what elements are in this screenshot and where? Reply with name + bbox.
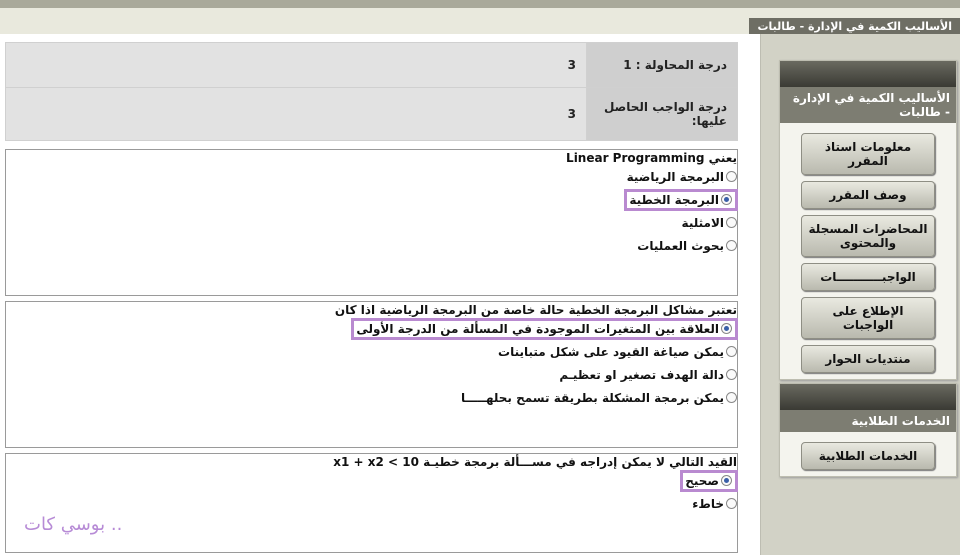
option[interactable]: الامثلية [6, 211, 737, 234]
option[interactable]: البرمجة الخطية [6, 188, 738, 211]
radio-button[interactable] [726, 240, 737, 251]
radio-button-selected[interactable] [721, 194, 732, 205]
question-text: القيد التالي لا يمكن إدراجه في مســـألة … [333, 455, 737, 469]
question-2: تعتبر مشاكل البرمجة الخطية حالة خاصة من … [5, 301, 738, 448]
option-label: البرمجة الرياضية [626, 169, 724, 184]
radio-button-selected[interactable] [721, 323, 732, 334]
student-services-panel: الخدمات الطلابية الخدمات الطلابية [779, 383, 957, 477]
assignments-button[interactable]: الواجبـــــــــــات [801, 263, 935, 291]
answer-highlight: صحيح [680, 469, 738, 492]
answer-highlight: العلاقة بين المتغيرات الموجودة في المسأل… [351, 317, 738, 340]
grade-label: درجة الواجب الحاصل عليها: [586, 87, 738, 141]
answer-highlight: البرمجة الخطية [624, 188, 738, 211]
grade-value: 3 [5, 42, 587, 88]
panel-body: معلومات استاذ المقرر وصف المقرر المحاضرا… [780, 123, 956, 379]
option-label: بحوث العمليات [637, 238, 724, 253]
panel-header-bar [780, 61, 956, 87]
option[interactable]: يمكن صياغة القيود على شكل متباينات [6, 340, 737, 363]
radio-button-selected[interactable] [721, 475, 732, 486]
question-3: القيد التالي لا يمكن إدراجه في مســـألة … [5, 453, 738, 553]
view-assignments-button[interactable]: الإطلاع على الواجبات [801, 297, 935, 339]
option-label: الامثلية [681, 215, 724, 230]
question-text: تعتبر مشاكل البرمجة الخطية حالة خاصة من … [334, 303, 737, 317]
instructor-info-button[interactable]: معلومات استاذ المقرر [801, 133, 935, 175]
option[interactable]: خاطء [6, 492, 737, 515]
course-description-button[interactable]: وصف المقرر [801, 181, 935, 209]
option-label: البرمجة الخطية [629, 192, 719, 207]
grade-row: درجة المحاولة : 1 3 [5, 42, 738, 88]
option[interactable]: العلاقة بين المتغيرات الموجودة في المسأل… [6, 317, 738, 340]
panel-body: الخدمات الطلابية [780, 432, 956, 476]
question-text: يعني Linear Programming [566, 151, 737, 165]
student-services-button[interactable]: الخدمات الطلابية [801, 442, 935, 470]
question-1: يعني Linear Programming البرمجة الرياضية… [5, 149, 738, 296]
option[interactable]: يمكن برمجة المشكلة بطريقة تسمح بحلهـــــ… [6, 386, 737, 409]
grade-label: درجة المحاولة : 1 [586, 42, 738, 88]
option[interactable]: دالة الهدف تصغير او تعظيـم [6, 363, 737, 386]
course-title: الأساليب الكمية في الإدارة - طالبات [749, 18, 960, 35]
radio-button[interactable] [726, 171, 737, 182]
option-label: العلاقة بين المتغيرات الموجودة في المسأل… [356, 321, 719, 336]
option[interactable]: البرمجة الرياضية [6, 165, 737, 188]
panel-title: الأساليب الكمية في الإدارة - طالبات [780, 87, 956, 123]
radio-button[interactable] [726, 392, 737, 403]
option[interactable]: صحيح [6, 469, 738, 492]
option-label: يمكن برمجة المشكلة بطريقة تسمح بحلهـــــ… [460, 390, 724, 405]
option-label: خاطء [692, 496, 724, 511]
radio-button[interactable] [726, 369, 737, 380]
panel-title: الخدمات الطلابية [780, 410, 956, 432]
panel-header-bar [780, 384, 956, 410]
grade-row: درجة الواجب الحاصل عليها: 3 [5, 87, 738, 141]
watermark-text: بوسي كات .. [24, 514, 123, 535]
option-label: دالة الهدف تصغير او تعظيـم [559, 367, 724, 382]
course-menu-panel: الأساليب الكمية في الإدارة - طالبات معلو… [779, 60, 957, 380]
window-top-bar [0, 0, 960, 8]
discussion-forums-button[interactable]: منتديات الحوار [801, 345, 935, 373]
grade-value: 3 [5, 87, 587, 141]
radio-button[interactable] [726, 346, 737, 357]
option-label: صحيح [685, 473, 719, 488]
option[interactable]: بحوث العمليات [6, 234, 737, 257]
radio-button[interactable] [726, 217, 737, 228]
radio-button[interactable] [726, 498, 737, 509]
grades-table: درجة المحاولة : 1 3 درجة الواجب الحاصل ع… [5, 42, 738, 141]
title-strip: الأساليب الكمية في الإدارة - طالبات [0, 8, 960, 35]
recorded-lectures-button[interactable]: المحاضرات المسجلة والمحتوى [801, 215, 935, 257]
option-label: يمكن صياغة القيود على شكل متباينات [498, 344, 724, 359]
